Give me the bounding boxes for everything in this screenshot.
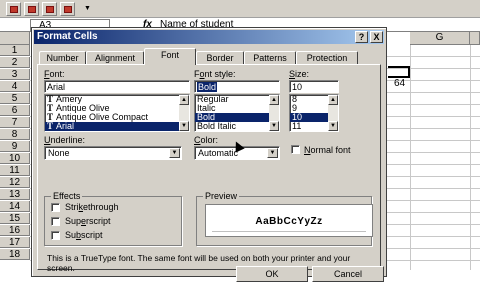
list-item[interactable]: Bold Italic bbox=[195, 122, 279, 131]
column-header[interactable]: G bbox=[410, 32, 470, 45]
superscript-label[interactable]: Superscript bbox=[65, 216, 111, 226]
row-header[interactable]: 15 bbox=[0, 213, 30, 224]
corner-select-all[interactable] bbox=[0, 32, 30, 45]
normal-font-label[interactable]: Normal font bbox=[304, 145, 351, 155]
cell-value[interactable]: 64 bbox=[394, 78, 405, 89]
toolbar-button-2[interactable] bbox=[24, 2, 39, 16]
row-header[interactable]: 4 bbox=[0, 81, 30, 92]
document-icon bbox=[64, 6, 72, 13]
chevron-down-icon[interactable]: ▼ bbox=[267, 148, 278, 158]
color-label: Color: bbox=[194, 135, 219, 145]
document-icon bbox=[46, 6, 54, 13]
preview-baseline bbox=[212, 231, 366, 232]
font-list-scrollbar[interactable]: ▲ ▼ bbox=[179, 95, 189, 131]
list-item-label: Bold Italic bbox=[197, 121, 237, 131]
font-style-input[interactable]: Bold bbox=[194, 80, 280, 93]
toolbar-dropdown-icon[interactable]: ▼ bbox=[84, 2, 93, 16]
tab-number[interactable]: Number bbox=[39, 51, 86, 65]
gridline bbox=[410, 45, 411, 270]
document-icon bbox=[10, 6, 18, 13]
row-header[interactable]: 7 bbox=[0, 117, 30, 128]
tab-patterns[interactable]: Patterns bbox=[244, 51, 296, 65]
row-header[interactable]: 1 bbox=[0, 45, 30, 56]
subscript-label[interactable]: Subscript bbox=[65, 230, 103, 240]
toolbar: ▼ bbox=[0, 0, 480, 18]
size-label: Size: bbox=[289, 69, 310, 79]
list-item-label: Arial bbox=[56, 121, 75, 131]
toolbar-button-3[interactable] bbox=[42, 2, 57, 16]
help-button[interactable]: ? bbox=[355, 31, 368, 43]
font-name-input[interactable]: Arial bbox=[44, 80, 190, 93]
row-header[interactable]: 13 bbox=[0, 189, 30, 200]
font-style-label: Font style: bbox=[194, 69, 236, 79]
row-header[interactable]: 10 bbox=[0, 153, 30, 164]
underline-label: Underline: bbox=[44, 135, 86, 145]
row-header[interactable]: 11 bbox=[0, 165, 30, 176]
strikethrough-checkbox[interactable] bbox=[51, 203, 60, 212]
close-button[interactable]: X bbox=[370, 31, 383, 43]
size-input[interactable]: 10 bbox=[289, 80, 339, 93]
tab-strip: Number Alignment Font Border Patterns Pr… bbox=[37, 48, 381, 65]
list-item[interactable]: T Arial bbox=[45, 122, 189, 131]
row-header[interactable]: 12 bbox=[0, 177, 30, 188]
chevron-down-icon[interactable]: ▼ bbox=[169, 148, 180, 158]
size-list-scrollbar[interactable]: ▲ ▼ bbox=[328, 95, 338, 131]
font-list[interactable]: T Amery T Antique Olive T Antique Olive Compa… bbox=[44, 94, 190, 132]
row-header[interactable]: 9 bbox=[0, 141, 30, 152]
row-header[interactable]: 3 bbox=[0, 69, 30, 80]
document-icon bbox=[28, 6, 36, 13]
effects-group: Effects Strikethrough Superscript Subscr… bbox=[44, 191, 182, 246]
dialog-title: Format Cells bbox=[37, 31, 98, 42]
strikethrough-label[interactable]: Strikethrough bbox=[65, 202, 119, 212]
row-header[interactable]: 5 bbox=[0, 93, 30, 104]
scroll-down-icon[interactable]: ▼ bbox=[179, 121, 189, 131]
size-list[interactable]: 8 9 10 11 ▲ ▼ bbox=[289, 94, 339, 132]
row-header[interactable]: 14 bbox=[0, 201, 30, 212]
row-header[interactable]: 18 bbox=[0, 249, 30, 260]
scroll-down-icon[interactable]: ▼ bbox=[269, 121, 279, 131]
list-item-label: 11 bbox=[292, 121, 302, 131]
scroll-down-icon[interactable]: ▼ bbox=[328, 121, 338, 131]
preview-box: AaBbCcYyZz bbox=[205, 204, 373, 237]
truetype-icon: T bbox=[47, 121, 54, 131]
preview-label: Preview bbox=[203, 191, 240, 201]
preview-sample-text: AaBbCcYyZz bbox=[255, 216, 323, 227]
effects-label: Effects bbox=[51, 191, 83, 201]
toolbar-button-4[interactable] bbox=[60, 2, 75, 16]
row-header[interactable]: 17 bbox=[0, 237, 30, 248]
tab-font[interactable]: Font bbox=[144, 48, 196, 65]
row-header[interactable]: 8 bbox=[0, 129, 30, 140]
font-tab-panel: Font: Arial T Amery T Antique Olive T Antique… bbox=[37, 64, 381, 273]
tab-border[interactable]: Border bbox=[196, 51, 244, 65]
row-header[interactable]: 6 bbox=[0, 105, 30, 116]
tab-protection[interactable]: Protection bbox=[296, 51, 358, 65]
underline-select[interactable]: None ▼ bbox=[44, 146, 182, 160]
subscript-checkbox[interactable] bbox=[51, 231, 60, 240]
tab-alignment[interactable]: Alignment bbox=[86, 51, 144, 65]
font-style-list[interactable]: Regular Italic Bold Bold Italic ▲ ▼ bbox=[194, 94, 280, 132]
normal-font-checkbox[interactable] bbox=[291, 145, 300, 154]
ok-button[interactable]: OK bbox=[236, 266, 308, 282]
column-header[interactable] bbox=[470, 32, 480, 45]
row-header[interactable]: 16 bbox=[0, 225, 30, 236]
scroll-up-icon[interactable]: ▲ bbox=[269, 95, 279, 105]
cancel-button[interactable]: Cancel bbox=[312, 266, 384, 282]
toolbar-button-1[interactable] bbox=[6, 2, 21, 16]
dialog-titlebar[interactable]: Format Cells ? X bbox=[34, 30, 384, 44]
selected-cell-border bbox=[388, 66, 410, 78]
font-style-scrollbar[interactable]: ▲ ▼ bbox=[269, 95, 279, 131]
scroll-up-icon[interactable]: ▲ bbox=[328, 95, 338, 105]
font-label: Font: bbox=[44, 69, 65, 79]
row-header[interactable]: 2 bbox=[0, 57, 30, 68]
scroll-up-icon[interactable]: ▲ bbox=[179, 95, 189, 105]
superscript-checkbox[interactable] bbox=[51, 217, 60, 226]
gridline bbox=[470, 45, 471, 270]
format-cells-dialog: Format Cells ? X Number Alignment Font B… bbox=[31, 27, 387, 282]
